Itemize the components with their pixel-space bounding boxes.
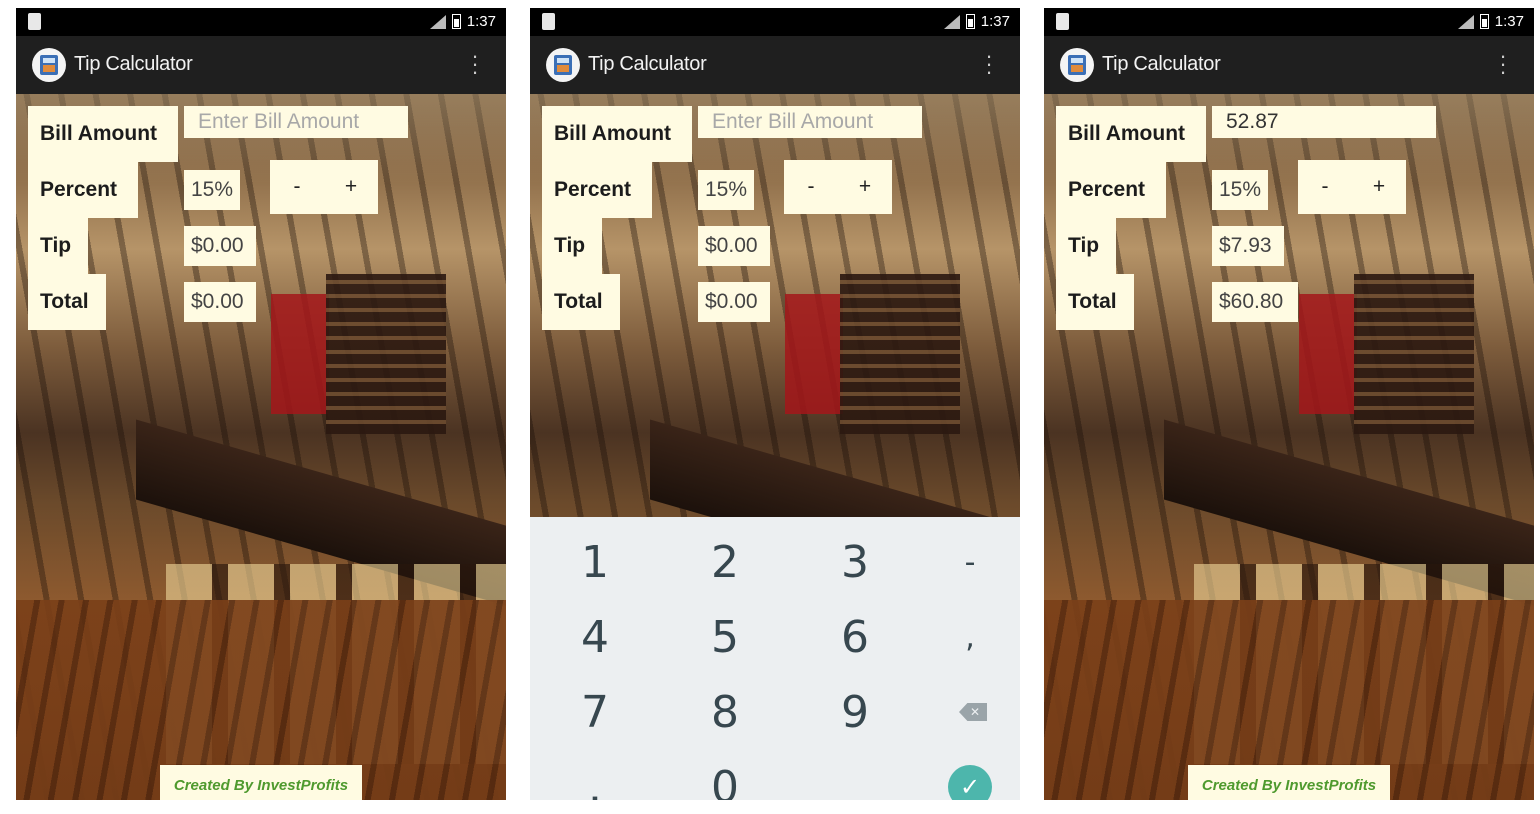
calculator-app-icon: [32, 48, 66, 82]
status-time: 1:37: [980, 13, 1010, 30]
key-8[interactable]: 8: [665, 675, 785, 749]
status-time: 1:37: [466, 13, 496, 30]
signal-icon: [1457, 14, 1474, 29]
key-0[interactable]: 0: [665, 750, 785, 801]
tip-label: Tip: [542, 218, 602, 274]
bill-amount-label: Bill Amount: [28, 106, 178, 162]
decrease-percent-button[interactable]: -: [1298, 160, 1352, 214]
total-label: Total: [1056, 274, 1134, 330]
key-minus[interactable]: -: [910, 525, 1020, 599]
phone-screen-1: 1:37 Tip Calculator · · · Bill Amount Ente…: [16, 8, 506, 800]
battery-icon: [965, 14, 975, 29]
bill-amount-input[interactable]: 52.87: [1212, 106, 1436, 138]
increase-percent-button[interactable]: +: [838, 160, 892, 214]
percent-label: Percent: [542, 162, 652, 218]
increase-percent-button[interactable]: +: [1352, 160, 1406, 214]
key-decimal[interactable]: .: [535, 750, 655, 801]
numeric-keypad: 1 2 3 - 4 5 6 , 7 8 9 ✕ . 0 ✓: [530, 517, 1020, 800]
phone-screen-3: 1:37 Tip Calculator · · · Bill Amount 52.8…: [1044, 8, 1534, 800]
key-2[interactable]: 2: [665, 525, 785, 599]
sd-card-icon: [28, 13, 41, 30]
status-bar: 1:37: [1044, 8, 1534, 36]
app-title: Tip Calculator: [74, 53, 193, 75]
key-4[interactable]: 4: [535, 600, 655, 674]
app-title: Tip Calculator: [588, 53, 707, 75]
percent-label: Percent: [1056, 162, 1166, 218]
signal-icon: [429, 14, 446, 29]
backspace-key[interactable]: ✕: [910, 675, 1020, 749]
percent-value: 15%: [1212, 170, 1268, 210]
status-bar: 1:37: [16, 8, 506, 36]
bill-amount-label: Bill Amount: [1056, 106, 1206, 162]
percent-stepper: - +: [270, 160, 378, 214]
sd-card-icon: [542, 13, 555, 30]
tip-label: Tip: [28, 218, 88, 274]
key-3[interactable]: 3: [795, 525, 915, 599]
app-bar: Tip Calculator · · ·: [530, 36, 1020, 94]
bill-amount-input[interactable]: Enter Bill Amount: [184, 106, 408, 138]
done-key[interactable]: ✓: [910, 750, 1020, 800]
status-time: 1:37: [1494, 13, 1524, 30]
check-icon: ✓: [948, 765, 992, 800]
app-bar: Tip Calculator · · ·: [16, 36, 506, 94]
phone-screen-2: 1:37 Tip Calculator · · · Bill Amount Ente…: [530, 8, 1020, 800]
total-value: $60.80: [1212, 282, 1298, 322]
app-bar: Tip Calculator · · ·: [1044, 36, 1534, 94]
total-label: Total: [542, 274, 620, 330]
more-vert-icon[interactable]: · · ·: [470, 45, 480, 83]
key-comma[interactable]: ,: [910, 600, 1020, 674]
total-value: $0.00: [698, 282, 770, 322]
app-title: Tip Calculator: [1102, 53, 1221, 75]
percent-label: Percent: [28, 162, 138, 218]
key-9[interactable]: 9: [795, 675, 915, 749]
credit-banner: Created By InvestProfits: [160, 765, 362, 800]
percent-stepper: - +: [1298, 160, 1406, 214]
key-1[interactable]: 1: [535, 525, 655, 599]
calculator-app-icon: [1060, 48, 1094, 82]
more-vert-icon[interactable]: · · ·: [984, 45, 994, 83]
tip-label: Tip: [1056, 218, 1116, 274]
more-vert-icon[interactable]: · · ·: [1498, 45, 1508, 83]
tip-value: $0.00: [184, 226, 256, 266]
key-7[interactable]: 7: [535, 675, 655, 749]
tip-value: $7.93: [1212, 226, 1284, 266]
status-bar: 1:37: [530, 8, 1020, 36]
battery-icon: [451, 14, 461, 29]
percent-value: 15%: [698, 170, 754, 210]
calculator-app-icon: [546, 48, 580, 82]
total-label: Total: [28, 274, 106, 330]
total-value: $0.00: [184, 282, 256, 322]
decrease-percent-button[interactable]: -: [784, 160, 838, 214]
backspace-icon: ✕: [959, 703, 987, 721]
percent-value: 15%: [184, 170, 240, 210]
credit-banner: Created By InvestProfits: [1188, 765, 1390, 800]
tip-value: $0.00: [698, 226, 770, 266]
key-5[interactable]: 5: [665, 600, 785, 674]
signal-icon: [943, 14, 960, 29]
bill-amount-label: Bill Amount: [542, 106, 692, 162]
decrease-percent-button[interactable]: -: [270, 160, 324, 214]
increase-percent-button[interactable]: +: [324, 160, 378, 214]
bill-amount-input[interactable]: Enter Bill Amount: [698, 106, 922, 138]
sd-card-icon: [1056, 13, 1069, 30]
battery-icon: [1479, 14, 1489, 29]
percent-stepper: - +: [784, 160, 892, 214]
key-6[interactable]: 6: [795, 600, 915, 674]
